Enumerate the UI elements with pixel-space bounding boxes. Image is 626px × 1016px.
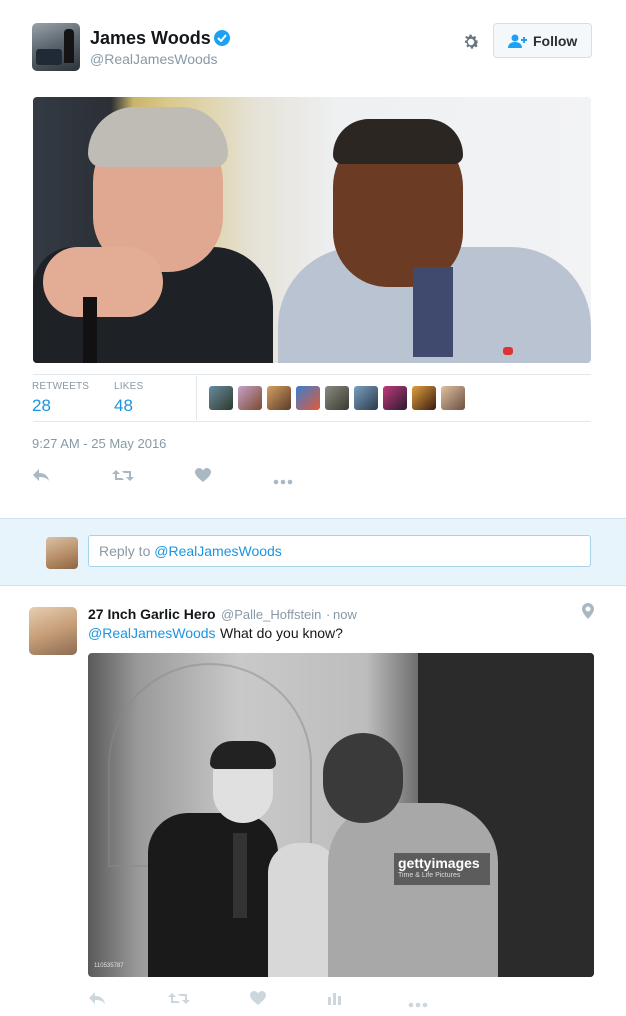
- follow-button[interactable]: Follow: [493, 23, 592, 58]
- liker-avatar[interactable]: [441, 386, 465, 410]
- reply-input[interactable]: Reply to @RealJamesWoods: [88, 535, 591, 567]
- retweets-count[interactable]: 28: [32, 396, 51, 416]
- likes-label: LIKES: [114, 381, 144, 392]
- liker-avatar[interactable]: [296, 386, 320, 410]
- analytics-icon[interactable]: [328, 991, 342, 1010]
- reply-mention-link[interactable]: @RealJamesWoods: [88, 625, 216, 641]
- liker-avatar[interactable]: [412, 386, 436, 410]
- verified-badge-icon: [214, 30, 230, 46]
- divider: [33, 374, 591, 375]
- reply-author-avatar[interactable]: [29, 607, 77, 655]
- more-dots-icon[interactable]: [408, 995, 428, 1013]
- stats-divider: [196, 376, 197, 420]
- like-heart-icon[interactable]: [250, 991, 266, 1010]
- current-user-avatar: [46, 537, 78, 569]
- author-name[interactable]: James Woods: [90, 28, 211, 49]
- likes-count[interactable]: 48: [114, 396, 133, 416]
- liker-avatar[interactable]: [238, 386, 262, 410]
- photo-id: 110535787: [94, 963, 124, 969]
- follow-person-icon: [508, 34, 527, 48]
- retweet-icon[interactable]: [168, 992, 190, 1010]
- reply-text: What do you know?: [220, 625, 343, 641]
- author-avatar[interactable]: [32, 23, 80, 71]
- liker-avatar[interactable]: [325, 386, 349, 410]
- gear-icon[interactable]: [460, 31, 482, 53]
- liker-avatar[interactable]: [354, 386, 378, 410]
- retweets-label: RETWEETS: [32, 381, 90, 392]
- reply-input-prefix: Reply to: [99, 543, 155, 559]
- reply-author-name[interactable]: 27 Inch Garlic Hero: [88, 606, 216, 622]
- tweet-photo[interactable]: [33, 97, 591, 363]
- getty-brand: gettyimages: [398, 855, 480, 871]
- divider: [33, 421, 591, 422]
- reply-author-handle[interactable]: @Palle_Hoffstein: [221, 607, 321, 622]
- liker-avatar[interactable]: [209, 386, 233, 410]
- getty-watermark: gettyimages Time & Life Pictures: [394, 853, 490, 885]
- liker-avatar[interactable]: [383, 386, 407, 410]
- follow-button-label: Follow: [533, 33, 578, 49]
- reply-time[interactable]: now: [333, 607, 357, 622]
- more-dots-icon[interactable]: [273, 472, 293, 490]
- reply-input-mention: @RealJamesWoods: [154, 543, 282, 559]
- retweet-icon[interactable]: [112, 469, 134, 487]
- reply-photo[interactable]: gettyimages Time & Life Pictures 1105357…: [88, 653, 594, 977]
- liker-avatar[interactable]: [267, 386, 291, 410]
- reply-icon[interactable]: [88, 991, 106, 1010]
- location-pin-icon[interactable]: [582, 603, 594, 624]
- author-handle[interactable]: @RealJamesWoods: [90, 51, 218, 67]
- time-separator: ·: [326, 607, 331, 622]
- tweet-timestamp[interactable]: 9:27 AM - 25 May 2016: [32, 436, 166, 451]
- like-heart-icon[interactable]: [195, 468, 211, 487]
- reply-icon[interactable]: [32, 468, 50, 487]
- getty-credit: Time & Life Pictures: [398, 872, 461, 879]
